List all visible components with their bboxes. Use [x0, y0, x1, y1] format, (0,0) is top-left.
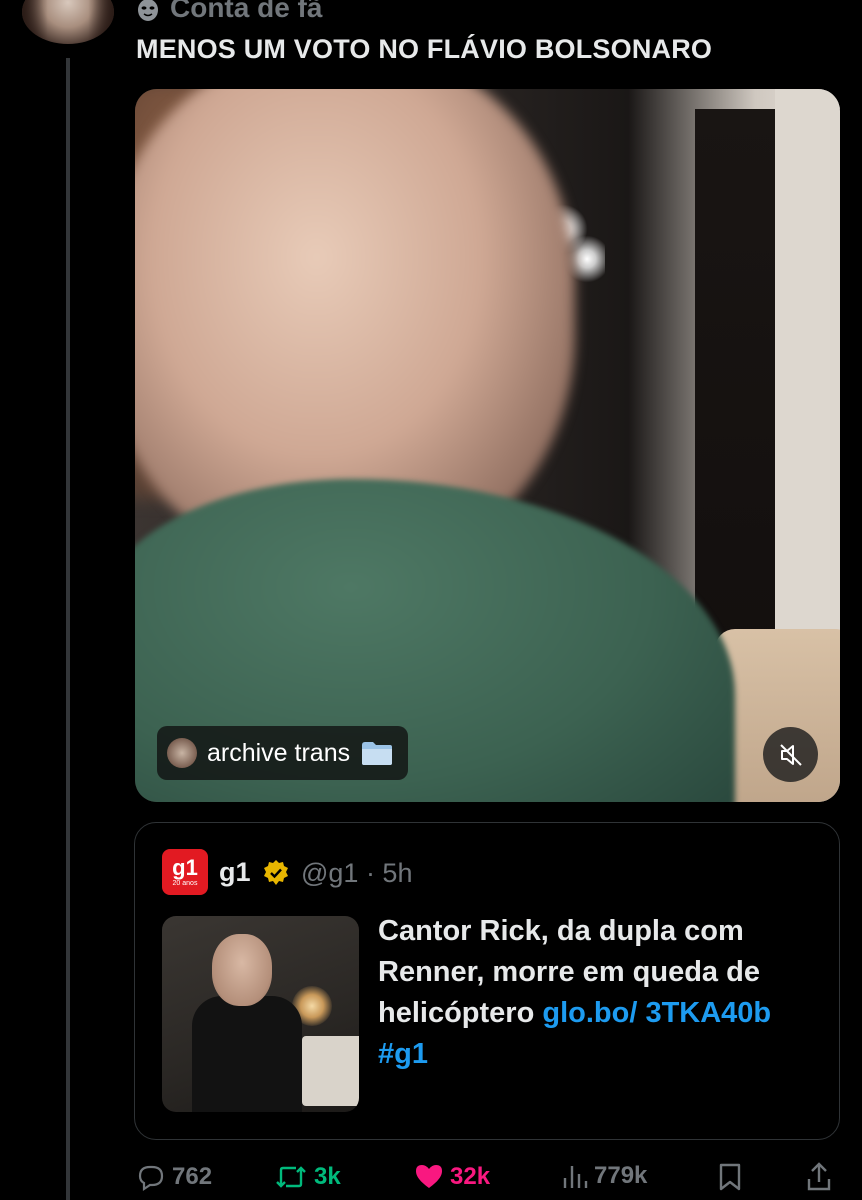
repost-button[interactable]: 3k	[274, 1162, 341, 1192]
thumb-person-head	[212, 934, 272, 1006]
bookmark-icon	[719, 1163, 741, 1191]
thumb-bed	[302, 1036, 359, 1106]
article-link[interactable]: glo.bo/ 3TKA40b	[542, 997, 771, 1029]
quote-text: Cantor Rick, da dupla com Renner, morre …	[378, 911, 818, 1075]
hashtag-link[interactable]: #g1	[378, 1038, 428, 1070]
reply-icon	[138, 1165, 164, 1192]
video-player[interactable]: archive trans	[135, 89, 840, 802]
heart-icon	[416, 1165, 442, 1188]
video-wall	[775, 89, 840, 689]
reply-button[interactable]: 762	[136, 1162, 212, 1192]
chip-avatar	[167, 738, 197, 768]
avatar[interactable]	[22, 0, 114, 44]
speaker-muted-icon	[779, 743, 802, 766]
repost-count: 3k	[314, 1163, 341, 1190]
folder-icon	[362, 742, 393, 765]
share-icon	[807, 1162, 831, 1191]
bookmark-button[interactable]	[718, 1162, 742, 1192]
share-button[interactable]	[806, 1162, 832, 1192]
author-name[interactable]: Conta de fã	[170, 0, 322, 23]
view-count: 779k	[594, 1162, 648, 1189]
avatar-image	[22, 0, 114, 44]
bar-chart-icon	[563, 1166, 588, 1188]
chip-label: archive trans	[207, 738, 351, 767]
quoted-post[interactable]: g1 20 anos g1 @g1 · 5h Cantor Rick, da d…	[134, 822, 840, 1140]
verified-badge-icon	[264, 860, 288, 885]
article-thumbnail[interactable]	[162, 916, 359, 1112]
quote-author-name[interactable]: g1	[219, 857, 251, 888]
post-text: MENOS UM VOTO NO FLÁVIO BOLSONARO	[136, 34, 713, 64]
like-button[interactable]: 32k	[414, 1162, 490, 1192]
thread-line	[66, 58, 70, 1200]
quote-handle-time: @g1 · 5h	[301, 858, 413, 888]
post-header: Conta de fã	[136, 0, 322, 24]
g1-logo-text: g1	[172, 854, 198, 880]
like-count: 32k	[450, 1163, 491, 1190]
action-bar: 762 3k 32k 779k	[136, 1156, 836, 1200]
g1-logo: g1 20 anos	[162, 849, 208, 895]
repost-icon	[276, 1166, 306, 1188]
thumb-person-body	[192, 996, 302, 1112]
g1-logo-sub: 20 anos	[172, 879, 198, 887]
video-source-chip[interactable]: archive trans	[157, 726, 409, 780]
views-button[interactable]: 779k	[562, 1162, 647, 1190]
mask-icon	[138, 0, 158, 21]
reply-count: 762	[172, 1163, 213, 1190]
mute-button[interactable]	[763, 727, 818, 782]
